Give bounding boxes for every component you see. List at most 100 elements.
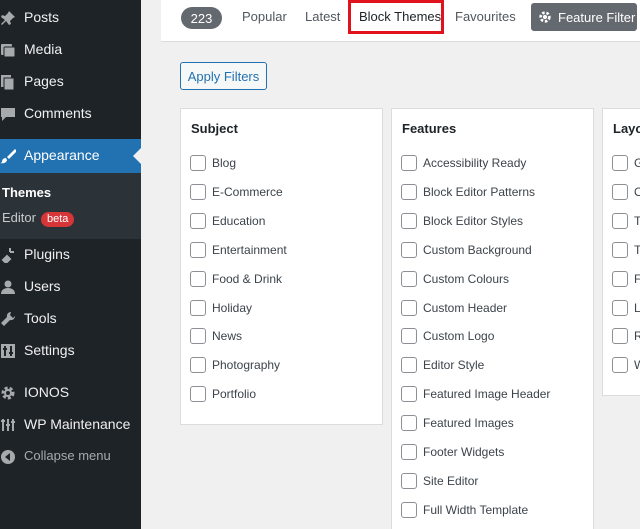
tab-favourites[interactable]: Favourites <box>455 9 516 24</box>
filter-option-label: T <box>634 214 640 228</box>
filter-option-label: Education <box>212 213 266 228</box>
filter-option[interactable]: O <box>612 183 640 201</box>
filter-checkbox[interactable] <box>401 444 417 460</box>
filter-option[interactable]: W <box>612 356 640 374</box>
menu-ionos[interactable]: IONOS <box>0 377 141 409</box>
filter-checkbox[interactable] <box>401 299 417 316</box>
menu-media[interactable]: Media <box>0 34 141 66</box>
submenu-editor[interactable]: Editor beta <box>2 210 75 227</box>
filter-checkbox[interactable] <box>401 212 417 229</box>
filter-checkbox[interactable] <box>401 386 417 403</box>
filter-option[interactable]: Custom Colours <box>401 270 509 288</box>
filter-checkbox[interactable] <box>190 241 206 258</box>
submenu-themes[interactable]: Themes <box>2 185 51 200</box>
filter-option[interactable]: Blog <box>190 154 236 172</box>
filter-checkbox[interactable] <box>612 270 628 287</box>
filter-checkbox[interactable] <box>612 357 628 374</box>
tab-popular[interactable]: Popular <box>242 9 287 24</box>
filter-checkbox[interactable] <box>401 357 417 374</box>
menu-appearance[interactable]: Appearance <box>0 139 141 173</box>
wrench-icon <box>0 311 16 327</box>
filter-option[interactable]: R <box>612 327 640 345</box>
filter-checkbox[interactable] <box>401 328 417 345</box>
filter-option[interactable]: Holiday <box>190 299 252 317</box>
filter-option[interactable]: E-Commerce <box>190 183 283 201</box>
filter-checkbox[interactable] <box>612 299 628 316</box>
filter-option[interactable]: Featured Image Header <box>401 385 550 403</box>
apply-filters-button[interactable]: Apply Filters <box>180 62 267 90</box>
gear-icon <box>0 385 16 401</box>
filter-option[interactable]: Editor Style <box>401 356 484 374</box>
filter-option[interactable]: Custom Logo <box>401 327 494 345</box>
filter-option[interactable]: Featured Images <box>401 414 514 432</box>
feature-filter-button[interactable]: Feature Filter <box>531 3 637 31</box>
filter-option[interactable]: Accessibility Ready <box>401 154 526 172</box>
filter-checkbox[interactable] <box>190 212 206 229</box>
filter-checkbox[interactable] <box>190 183 206 200</box>
menu-plugins[interactable]: Plugins <box>0 239 141 271</box>
submenu-editor-label: Editor <box>2 210 36 225</box>
filter-option-label: G <box>634 156 640 170</box>
filter-option-label: News <box>212 329 243 344</box>
filter-checkbox[interactable] <box>401 241 417 258</box>
filter-option[interactable]: L <box>612 299 640 317</box>
filter-checkbox[interactable] <box>612 212 628 229</box>
menu-pages[interactable]: Pages <box>0 66 141 98</box>
filter-option[interactable]: Site Editor <box>401 472 478 490</box>
menu-tools[interactable]: Tools <box>0 303 141 335</box>
filter-option[interactable]: T <box>612 241 640 259</box>
filter-checkbox[interactable] <box>190 328 206 345</box>
filter-checkbox[interactable] <box>612 155 628 171</box>
filter-option[interactable]: G <box>612 154 640 172</box>
filter-option[interactable]: Entertainment <box>190 241 287 259</box>
filter-checkbox[interactable] <box>401 270 417 287</box>
brush-icon <box>0 148 16 164</box>
filter-option[interactable]: Block Editor Patterns <box>401 183 535 201</box>
filter-option[interactable]: T <box>612 212 640 230</box>
filter-option[interactable]: Food & Drink <box>190 270 282 288</box>
collapse-menu-button[interactable]: Collapse menu <box>0 441 141 473</box>
filter-checkbox[interactable] <box>190 270 206 287</box>
filter-option[interactable]: F <box>612 270 640 288</box>
filter-checkbox[interactable] <box>190 357 206 374</box>
filter-option[interactable]: News <box>190 327 242 345</box>
filter-option[interactable]: Education <box>190 212 265 230</box>
filter-option[interactable]: Custom Header <box>401 299 507 317</box>
menu-users[interactable]: Users <box>0 271 141 303</box>
filter-option-label: Block Editor Styles <box>423 213 524 228</box>
filter-checkbox[interactable] <box>190 155 206 171</box>
filter-checkbox[interactable] <box>401 501 417 518</box>
menu-posts[interactable]: Posts <box>0 2 141 34</box>
filter-option[interactable]: Full Width Template <box>401 501 528 519</box>
filter-checkbox[interactable] <box>401 183 417 200</box>
pin-icon <box>0 10 16 26</box>
filter-checkbox[interactable] <box>612 183 628 200</box>
filter-option[interactable]: Photography <box>190 356 280 374</box>
filter-checkbox[interactable] <box>612 328 628 345</box>
tab-latest[interactable]: Latest <box>305 9 340 24</box>
appearance-submenu: Themes Editor beta <box>0 173 141 239</box>
filter-option-label: Featured Image Header <box>423 387 551 402</box>
filter-option[interactable]: Block Editor Styles <box>401 212 523 230</box>
filter-checkbox[interactable] <box>612 241 628 258</box>
filter-checkbox[interactable] <box>190 386 206 403</box>
filter-option-label: Holiday <box>212 300 253 315</box>
filter-checkbox[interactable] <box>190 299 206 316</box>
filter-checkbox[interactable] <box>401 155 417 171</box>
filter-checkbox[interactable] <box>401 415 417 432</box>
menu-label: IONOS <box>24 384 70 400</box>
menu-settings[interactable]: Settings <box>0 335 141 367</box>
tab-block-themes[interactable]: Block Themes <box>359 9 441 24</box>
features-filter-panel: Features Accessibility Ready Block Editor… <box>391 108 594 529</box>
filter-option[interactable]: Custom Background <box>401 241 532 259</box>
filter-option-label: R <box>634 329 640 343</box>
theme-count-badge: 223 <box>181 7 222 29</box>
filter-option[interactable]: Footer Widgets <box>401 443 504 461</box>
menu-label: Comments <box>24 105 92 121</box>
menu-wp-maintenance[interactable]: WP Maintenance <box>0 409 141 441</box>
plug-icon <box>0 247 16 263</box>
filter-checkbox[interactable] <box>401 472 417 489</box>
tools-icon <box>0 417 16 433</box>
filter-option[interactable]: Portfolio <box>190 385 256 403</box>
menu-comments[interactable]: Comments <box>0 98 141 130</box>
